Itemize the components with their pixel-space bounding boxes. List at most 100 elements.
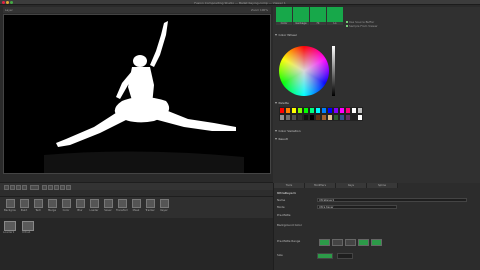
lo-swatch[interactable]: [327, 7, 343, 22]
tool-icon: [89, 199, 99, 208]
channel-icon[interactable]: [42, 184, 47, 190]
hi-swatch[interactable]: [310, 7, 326, 22]
tool-button[interactable]: Color: [60, 199, 72, 215]
tool-label: Background: [4, 209, 16, 212]
value-slider[interactable]: [332, 46, 335, 96]
tab-modifiers[interactable]: Modifiers: [305, 183, 336, 188]
palette-header[interactable]: Palette: [275, 101, 475, 105]
swatch-label: Hi: [310, 22, 326, 25]
maximize-window-icon[interactable]: [10, 1, 13, 4]
swatch-label: Lo: [327, 22, 343, 25]
palette-color-cell[interactable]: [357, 114, 363, 121]
row-background-color: Background Color: [277, 223, 302, 227]
tool-button[interactable]: Blur: [74, 199, 86, 215]
size-field[interactable]: [317, 253, 333, 259]
matte-button[interactable]: [332, 239, 343, 246]
tool-button[interactable]: Merge: [46, 199, 58, 215]
tool-label: Loader: [89, 209, 99, 212]
roi-icon[interactable]: [48, 184, 53, 190]
tool-label: Color: [62, 209, 70, 212]
size-field-2[interactable]: [337, 253, 353, 259]
mode-field[interactable]: Ultra Keyer: [317, 205, 397, 209]
matte-button[interactable]: [358, 239, 369, 246]
row-size: Size: [277, 253, 477, 259]
tool-icon: [117, 199, 127, 208]
tool-icon: [5, 199, 15, 208]
tool-button[interactable]: Transform: [116, 199, 128, 215]
tab-keys[interactable]: Keys: [336, 183, 367, 188]
name-field[interactable]: UltraKeyer1: [317, 198, 467, 202]
tool-button[interactable]: Loader: [88, 199, 100, 215]
checkbox-icon: [346, 21, 348, 23]
color-wheel-header[interactable]: Color Wheel: [275, 33, 475, 37]
tool-icon: [159, 199, 169, 208]
image-viewer[interactable]: [3, 14, 271, 174]
tool-icon: [19, 199, 29, 208]
close-window-icon[interactable]: [2, 1, 5, 4]
palette-color-cell[interactable]: [357, 107, 363, 114]
tool-label: Keyer: [160, 209, 168, 212]
tool-tray: Background Paint Text Merge Color Blur Loader S…: [0, 196, 273, 218]
tool-button[interactable]: Background: [4, 199, 16, 215]
tool-button[interactable]: Mask: [130, 199, 142, 215]
tab-spline[interactable]: Spline: [367, 183, 398, 188]
matte-button[interactable]: [319, 239, 330, 246]
node-label: Loader1: [3, 230, 15, 234]
color-wheel[interactable]: [279, 46, 329, 96]
tool-icon: [33, 199, 43, 208]
lut-icon[interactable]: [54, 184, 59, 190]
next-frame-icon[interactable]: [16, 184, 21, 190]
collapse-triangle-icon: [275, 102, 277, 104]
tool-icon: [47, 199, 57, 208]
result-header[interactable]: Result: [275, 137, 475, 141]
tool-icon: [75, 199, 85, 208]
tool-label: Mask: [132, 209, 140, 212]
tool-icon: [103, 199, 113, 208]
checkbox-icon: [346, 25, 348, 27]
viewer-toolbar: [0, 182, 273, 190]
viewer-zoom-label[interactable]: Zoom 100%: [251, 8, 268, 12]
matte-button[interactable]: [345, 239, 356, 246]
minimize-window-icon[interactable]: [6, 1, 9, 4]
color-swatch[interactable]: [276, 7, 292, 22]
tool-button[interactable]: Keyer: [158, 199, 170, 215]
play-icon[interactable]: [10, 184, 15, 190]
tool-icon: [61, 199, 71, 208]
inspector-panel: Tools Modifiers Keys Spline UltraKeyer1 …: [273, 183, 480, 270]
palette-grid: [279, 107, 363, 121]
loop-icon[interactable]: [22, 184, 27, 190]
flow-node-area[interactable]: Loader1 Ultra1: [0, 218, 273, 270]
dancer-silhouette: [4, 15, 270, 173]
tool-label: Saver: [104, 209, 112, 212]
collapse-triangle-icon: [275, 34, 277, 36]
collapse-triangle-icon: [275, 130, 277, 132]
zoom-icon[interactable]: [30, 184, 39, 190]
swatch-label: Color: [276, 22, 292, 25]
prev-frame-icon[interactable]: [4, 184, 9, 190]
tool-icon: [145, 199, 155, 208]
tool-button[interactable]: Tracker: [144, 199, 156, 215]
tool-label: Merge: [47, 209, 57, 212]
grid-icon[interactable]: [60, 184, 65, 190]
window-title: Fusion Compositing Studio — Ballet Keyin…: [194, 0, 286, 5]
row-mode: Mode Ultra Keyer: [277, 205, 477, 210]
tool-title: UltraKeyer1: [277, 191, 296, 195]
node-label: Ultra1: [22, 230, 31, 234]
garbage-swatch[interactable]: [293, 7, 309, 22]
tool-label: Paint: [20, 209, 28, 212]
color-variation-header[interactable]: Color Variation: [275, 129, 475, 133]
tool-button[interactable]: Text: [32, 199, 44, 215]
tool-label: Text: [35, 209, 41, 212]
row-name: Name UltraKeyer1: [277, 198, 477, 203]
viewer-header: Layer Zoom 100%: [3, 7, 271, 13]
row-pre-matte: Pre-Matte: [277, 213, 291, 217]
collapse-triangle-icon: [275, 138, 277, 140]
tool-icon: [131, 199, 141, 208]
checker-icon[interactable]: [66, 184, 71, 190]
tool-button[interactable]: Paint: [18, 199, 30, 215]
tool-label: Blur: [77, 209, 83, 212]
tool-button[interactable]: Saver: [102, 199, 114, 215]
matte-button[interactable]: [371, 239, 382, 246]
tab-tools[interactable]: Tools: [274, 183, 305, 188]
sample-from-viewer-option[interactable]: Sample From Viewer: [346, 24, 378, 28]
